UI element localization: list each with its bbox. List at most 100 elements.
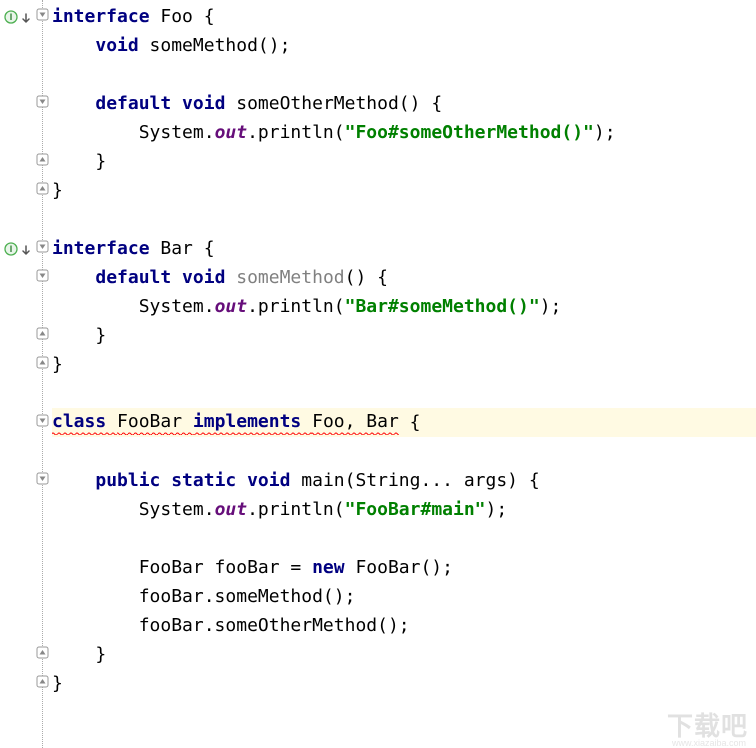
code-token: } (52, 354, 63, 375)
fold-collapse-icon[interactable] (36, 269, 49, 282)
gutter-row (0, 667, 52, 696)
code-line[interactable] (52, 205, 756, 234)
gutter-row (0, 319, 52, 348)
code-token: ); (594, 122, 616, 143)
indent (52, 151, 95, 172)
code-token: implements (193, 411, 312, 435)
fold-collapse-icon[interactable] (36, 414, 49, 427)
fold-collapse-icon[interactable] (36, 240, 49, 253)
code-token: System. (139, 122, 215, 143)
code-token: class (52, 411, 117, 435)
code-token: System. (139, 296, 215, 317)
code-token: } (52, 180, 63, 201)
gutter-row (0, 261, 52, 290)
fold-collapse-icon[interactable] (36, 472, 49, 485)
code-line[interactable]: fooBar.someOtherMethod(); (52, 611, 756, 640)
code-line[interactable]: } (52, 147, 756, 176)
gutter-row (0, 551, 52, 580)
indent (52, 615, 139, 636)
code-token: System. (139, 499, 215, 520)
indent (52, 644, 95, 665)
gutter-row (0, 58, 52, 87)
svg-text:I: I (10, 244, 13, 254)
gutter-row (0, 435, 52, 464)
gutter-row (0, 580, 52, 609)
interface-marker-icon[interactable]: I (4, 8, 18, 22)
code-token: "Foo#someOtherMethod()" (345, 122, 594, 143)
fold-expand-icon[interactable] (36, 153, 49, 166)
code-line[interactable]: void someMethod(); (52, 31, 756, 60)
code-line[interactable]: public static void main(String... args) … (52, 466, 756, 495)
fold-collapse-icon[interactable] (36, 8, 49, 21)
code-token: .println( (247, 296, 345, 317)
code-line[interactable]: default void someMethod() { (52, 263, 756, 292)
code-line[interactable]: } (52, 350, 756, 379)
code-line[interactable]: } (52, 176, 756, 205)
code-line[interactable]: System.out.println("Foo#someOtherMethod(… (52, 118, 756, 147)
code-line[interactable]: } (52, 321, 756, 350)
code-token: out (215, 499, 248, 520)
gutter-row (0, 145, 52, 174)
gutter-row: I (0, 232, 52, 261)
code-token: .println( (247, 499, 345, 520)
code-token: } (95, 644, 106, 665)
fold-expand-icon[interactable] (36, 182, 49, 195)
gutter-row (0, 377, 52, 406)
code-token: someOtherMethod() { (236, 93, 442, 114)
gutter-row (0, 638, 52, 667)
gutter-row (0, 87, 52, 116)
code-token: new (312, 557, 355, 578)
interface-marker-icon[interactable]: I (4, 240, 18, 254)
code-line[interactable]: default void someOtherMethod() { (52, 89, 756, 118)
code-token: () { (345, 267, 388, 288)
fold-expand-icon[interactable] (36, 327, 49, 340)
gutter-row (0, 609, 52, 638)
gutter-row (0, 406, 52, 435)
code-editor[interactable]: I I interface Foo { void someMethod(); de… (0, 0, 756, 748)
gutter-row (0, 522, 52, 551)
indent (52, 586, 139, 607)
gutter-row (0, 203, 52, 232)
code-line[interactable] (52, 437, 756, 466)
code-line[interactable]: FooBar fooBar = new FooBar(); (52, 553, 756, 582)
code-line[interactable]: fooBar.someMethod(); (52, 582, 756, 611)
gutter-row (0, 464, 52, 493)
fold-expand-icon[interactable] (36, 356, 49, 369)
code-token: out (215, 122, 248, 143)
code-line[interactable]: } (52, 640, 756, 669)
implemented-by-arrow-icon[interactable] (20, 241, 32, 253)
code-token: } (95, 325, 106, 346)
gutter-row (0, 348, 52, 377)
code-line[interactable]: interface Foo { (52, 2, 756, 31)
code-token: interface (52, 238, 160, 259)
code-token: ); (486, 499, 508, 520)
code-token: "Bar#someMethod()" (345, 296, 540, 317)
implemented-by-arrow-icon[interactable] (20, 9, 32, 21)
code-line[interactable] (52, 379, 756, 408)
code-token: public static void (95, 470, 301, 491)
gutter-row: I (0, 0, 52, 29)
indent (52, 557, 139, 578)
code-token: default void (95, 267, 236, 288)
code-token: Foo, Bar (312, 411, 399, 435)
code-token: } (52, 673, 63, 694)
code-line[interactable]: class FooBar implements Foo, Bar { (52, 408, 756, 437)
code-token: interface (52, 6, 160, 27)
svg-text:I: I (10, 12, 13, 22)
code-line[interactable]: } (52, 669, 756, 698)
code-token: someMethod(); (150, 35, 291, 56)
code-area[interactable]: interface Foo { void someMethod(); defau… (52, 0, 756, 748)
fold-expand-icon[interactable] (36, 675, 49, 688)
code-token: out (215, 296, 248, 317)
code-token: ); (540, 296, 562, 317)
code-token: Foo { (160, 6, 214, 27)
code-line[interactable] (52, 60, 756, 89)
code-line[interactable] (52, 524, 756, 553)
code-token: main(String... args) { (301, 470, 539, 491)
gutter-row (0, 174, 52, 203)
fold-expand-icon[interactable] (36, 646, 49, 659)
fold-collapse-icon[interactable] (36, 95, 49, 108)
code-line[interactable]: System.out.println("FooBar#main"); (52, 495, 756, 524)
code-line[interactable]: System.out.println("Bar#someMethod()"); (52, 292, 756, 321)
code-line[interactable]: interface Bar { (52, 234, 756, 263)
